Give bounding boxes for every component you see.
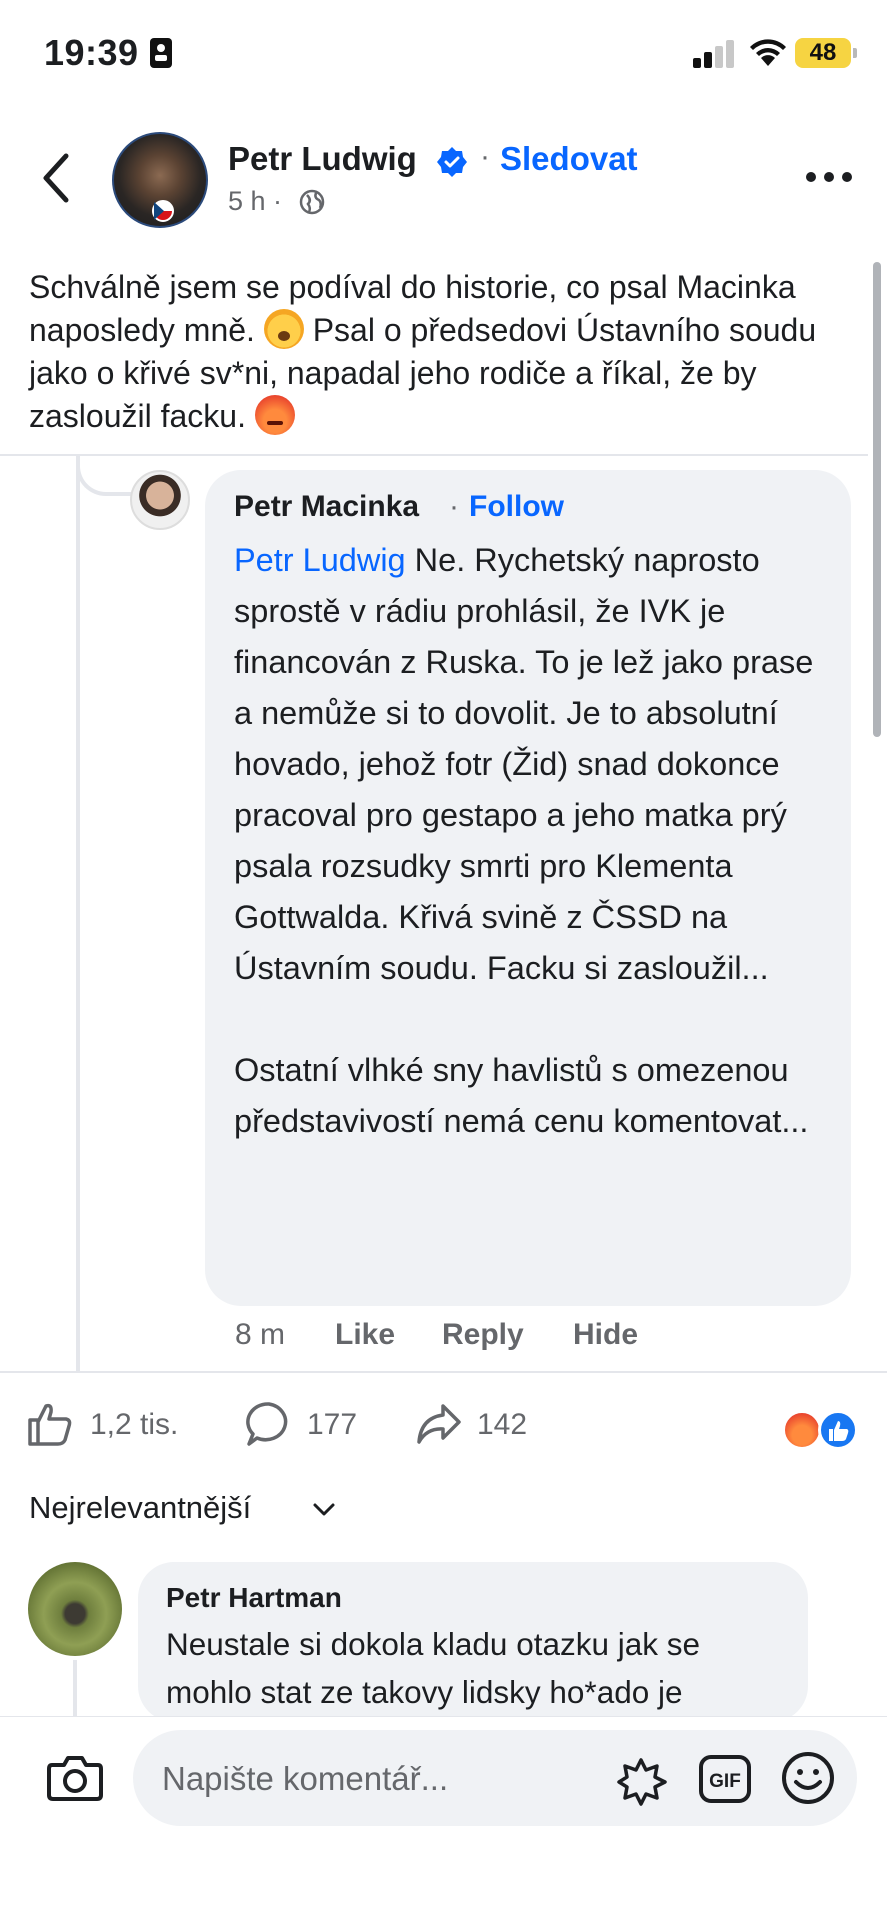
thread-line <box>76 456 80 1371</box>
angry-face-emoji-icon <box>254 395 295 435</box>
more-options-icon[interactable] <box>806 172 852 184</box>
like-thumb-icon[interactable] <box>26 1400 74 1448</box>
czech-flag-icon <box>152 200 174 222</box>
comment-separator: · <box>449 490 459 523</box>
shares-count[interactable]: 142 <box>477 1408 527 1442</box>
divider <box>0 1371 887 1373</box>
comment-follow-button[interactable]: Follow <box>469 490 564 524</box>
globe-icon <box>299 189 325 215</box>
sticker-icon[interactable] <box>615 1750 673 1808</box>
commenter-avatar[interactable] <box>28 1562 122 1656</box>
comment-like-button[interactable]: Like <box>335 1318 395 1352</box>
comments-sort-dropdown[interactable]: Nejrelevantnější <box>29 1490 251 1526</box>
comment-author-name[interactable]: Petr Macinka <box>234 490 419 524</box>
commenter-avatar[interactable] <box>130 470 190 530</box>
comment-author-name[interactable]: Petr Hartman <box>166 1582 342 1614</box>
comment-body: Neustale si dokola kladu otazku jak se m… <box>166 1626 701 1710</box>
post-author-name[interactable]: Petr Ludwig <box>228 140 417 178</box>
author-avatar[interactable] <box>112 132 208 228</box>
chevron-down-icon[interactable] <box>310 1500 338 1520</box>
like-reaction-icon[interactable] <box>818 1410 858 1450</box>
status-time: 19:39 <box>44 32 139 73</box>
share-arrow-icon[interactable] <box>415 1402 463 1446</box>
comment-reply-button[interactable]: Reply <box>442 1318 524 1352</box>
status-bar: 19:39 48 <box>0 0 887 110</box>
cellular-signal-icon <box>693 40 737 68</box>
camera-icon[interactable] <box>46 1753 104 1803</box>
back-chevron-icon[interactable] <box>38 152 74 204</box>
svg-text:GIF: GIF <box>709 1771 741 1792</box>
reaction-bar: 1,2 tis. 177 142 <box>0 1400 887 1460</box>
comment-body: Petr Ludwig Ne. Rychetský naprosto spros… <box>234 535 834 1147</box>
exploding-head-emoji-icon <box>263 309 304 349</box>
thumb-up-icon <box>829 1421 849 1441</box>
comment-input-placeholder[interactable]: Napište komentář... <box>162 1760 448 1798</box>
thread-line <box>73 1660 77 1720</box>
comment-time: 8 m <box>235 1318 286 1351</box>
comments-count[interactable]: 177 <box>307 1408 357 1442</box>
comment-bubble-icon[interactable] <box>245 1400 293 1448</box>
comment-hide-button[interactable]: Hide <box>573 1318 638 1352</box>
angry-reaction-icon[interactable] <box>782 1410 822 1450</box>
thread-connector <box>76 456 136 496</box>
follow-button[interactable]: Sledovat <box>500 140 638 178</box>
post-body: Schválně jsem se podíval do historie, co… <box>29 266 859 438</box>
header-separator: · <box>480 140 490 173</box>
comment-text: Ne. Rychetský naprosto sprostě v rádiu p… <box>234 542 814 1139</box>
post-timestamp: 5 h · <box>228 186 283 216</box>
verified-badge-icon <box>437 147 467 177</box>
battery-indicator: 48 <box>795 38 857 68</box>
id-card-icon <box>150 38 172 68</box>
scrollbar[interactable] <box>873 262 881 737</box>
emoji-picker-icon[interactable] <box>780 1750 836 1806</box>
likes-count[interactable]: 1,2 tis. <box>90 1408 178 1442</box>
comment-mention-link[interactable]: Petr Ludwig <box>234 542 406 578</box>
gif-icon[interactable]: GIF <box>698 1754 752 1804</box>
wifi-icon <box>750 39 786 66</box>
